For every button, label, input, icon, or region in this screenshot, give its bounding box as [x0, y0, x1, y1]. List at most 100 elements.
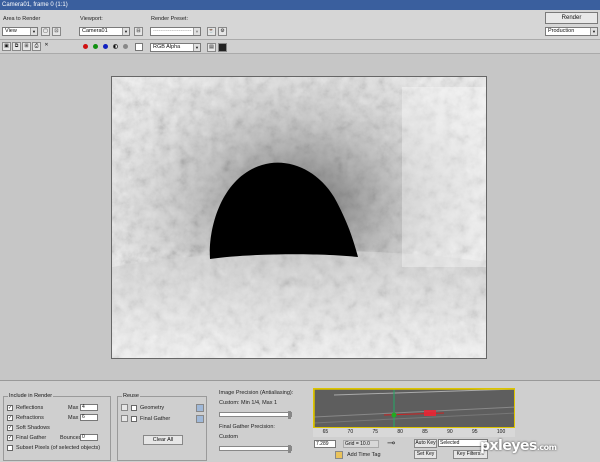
set-key-button[interactable]: Set Key — [414, 450, 437, 459]
geometry-cache-icon-button[interactable] — [196, 404, 204, 412]
image-precision-label: Image Precision (Antialiasing): — [219, 390, 294, 396]
final-gather-checkbox[interactable]: ✓ — [7, 435, 13, 441]
viewport-dropdown[interactable]: Camera01 ▼ — [79, 27, 130, 36]
include-in-render-title: Include in Render — [8, 393, 54, 399]
timeline-ruler[interactable]: 65 70 75 80 85 90 95 100 — [313, 428, 515, 437]
max-reflections-input[interactable]: 4 — [80, 404, 98, 411]
key-icon: ⊸ — [387, 438, 396, 449]
copy-icon: ⧉ — [14, 43, 19, 49]
area-to-render-label: Area to Render — [3, 16, 41, 22]
timeline-tick: 90 — [447, 429, 453, 435]
auto-key-button[interactable]: Auto Key — [414, 439, 437, 448]
viewport-label: Viewport: — [80, 16, 103, 22]
chevron-down-icon: ▼ — [590, 28, 597, 35]
image-precision-slider[interactable] — [219, 411, 292, 419]
final-gather-cache-icon-button[interactable] — [196, 415, 204, 423]
frame-buffer-viewport — [0, 54, 600, 380]
print-image-button[interactable]: ⎙ — [32, 42, 41, 51]
refractions-checkbox[interactable]: ✓ — [7, 415, 13, 421]
save-image-button[interactable]: ▣ — [2, 42, 11, 51]
reuse-group: Reuse Geometry Final Gather Clear All — [117, 393, 207, 461]
final-gather-label: Final Gather — [16, 435, 47, 441]
final-gather-precision-value: Custom — [219, 434, 238, 440]
final-gather-precision-slider[interactable] — [219, 445, 292, 453]
color-swatch[interactable] — [135, 43, 143, 51]
slider-knob[interactable] — [288, 411, 291, 419]
chevron-down-icon: ▼ — [193, 28, 200, 35]
viewport-thumbnail — [313, 388, 515, 428]
chevron-down-icon: ▼ — [30, 28, 37, 35]
render-preset-value: --------------------- — [153, 28, 192, 34]
auto-region-button[interactable]: ⊡ — [52, 27, 61, 36]
render-mode-dropdown[interactable]: Production ▼ — [545, 27, 598, 36]
render-setup-button[interactable]: ☕ — [207, 27, 216, 36]
lock-viewport-button[interactable]: ⊟ — [134, 27, 143, 36]
grid-readout: Grid = 10.0 — [343, 440, 379, 448]
render-settings-toolbar: Area to Render View ▼ ▢ ⊡ Viewport: Came… — [0, 10, 600, 40]
max-reflections-label: Max — [68, 405, 79, 411]
mono-toggle[interactable] — [123, 44, 128, 49]
add-time-tag-label[interactable]: Add Time Tag — [347, 452, 381, 458]
reflections-label: Reflections — [16, 405, 44, 411]
subset-pixels-label: Subset Pixels (of selected objects) — [16, 445, 101, 451]
region-icon: ▢ — [43, 28, 48, 34]
toggle-ui-overlay-button[interactable]: ▤ — [207, 43, 216, 52]
max-refractions-label: Max — [68, 415, 79, 421]
image-precision-value: Custom: Min 1/4, Max 1 — [219, 400, 278, 406]
soft-shadows-label: Soft Shadows — [16, 425, 50, 431]
lock-icon: ⊟ — [136, 28, 141, 34]
alpha-channel-toggle[interactable] — [113, 44, 118, 49]
final-gather-lock-button[interactable] — [121, 415, 128, 422]
frame-buffer-toolbar: ▣ ⧉ ⊞ ⎙ ✕ RGB Alpha ▼ ▤ — [0, 40, 600, 54]
watermark-brand: pxleyes — [480, 438, 537, 454]
chevron-down-icon: ▼ — [193, 44, 200, 51]
render-preset-dropdown[interactable]: --------------------- ▼ — [150, 27, 201, 36]
clear-button[interactable]: ✕ — [42, 42, 51, 51]
reuse-final-gather-label: Final Gather — [140, 416, 171, 422]
edit-region-button[interactable]: ▢ — [41, 27, 50, 36]
gear-icon: ⚙ — [220, 28, 225, 34]
site-watermark: pxleyes.com — [480, 438, 557, 454]
reuse-title: Reuse — [122, 393, 140, 399]
teapot-icon: ☕ — [208, 28, 215, 34]
toggle-ui-button[interactable] — [218, 43, 227, 52]
environment-button[interactable]: ⚙ — [218, 27, 227, 36]
max-refractions-input[interactable]: 6 — [80, 414, 98, 421]
save-icon: ▣ — [4, 43, 9, 49]
green-channel-toggle[interactable] — [93, 44, 98, 49]
clone-window-button[interactable]: ⊞ — [22, 42, 31, 51]
geometry-lock-button[interactable] — [121, 404, 128, 411]
render-preset-label: Render Preset: — [151, 16, 188, 22]
channel-display-dropdown[interactable]: RGB Alpha ▼ — [150, 43, 201, 52]
refractions-label: Refractions — [16, 415, 44, 421]
coordinate-field[interactable]: 7.289 — [314, 440, 336, 448]
clone-icon: ⊞ — [24, 43, 29, 49]
slider-knob[interactable] — [288, 445, 291, 453]
print-icon: ⎙ — [34, 43, 39, 49]
clear-all-button[interactable]: Clear All — [143, 435, 183, 445]
soft-shadows-checkbox[interactable]: ✓ — [7, 425, 13, 431]
bounces-input[interactable]: 0 — [80, 434, 98, 441]
subset-pixels-checkbox[interactable] — [7, 445, 13, 451]
status-bar: 7.289 Grid = 10.0 ⊸ Add Time Tag Auto Ke… — [313, 438, 600, 462]
copy-image-button[interactable]: ⧉ — [12, 42, 21, 51]
crop-icon: ⊡ — [54, 28, 59, 34]
render-mode-value: Production — [548, 28, 575, 34]
timeline-tick: 80 — [397, 429, 403, 435]
render-button[interactable]: Render — [545, 12, 598, 24]
timeline-tick: 95 — [472, 429, 478, 435]
reuse-geometry-checkbox[interactable] — [131, 405, 137, 411]
area-to-render-dropdown[interactable]: View ▼ — [2, 27, 38, 36]
timeline-tick: 85 — [422, 429, 428, 435]
red-channel-toggle[interactable] — [83, 44, 88, 49]
bounces-label: Bounces — [60, 435, 82, 441]
cave-render-image — [112, 77, 486, 358]
reuse-final-gather-checkbox[interactable] — [131, 416, 137, 422]
channel-display-value: RGB Alpha — [153, 44, 181, 50]
reuse-geometry-label: Geometry — [140, 405, 165, 411]
time-tag-button[interactable] — [335, 451, 343, 459]
close-icon: ✕ — [44, 42, 49, 48]
reflections-checkbox[interactable]: ✓ — [7, 405, 13, 411]
final-gather-precision-label: Final Gather Precision: — [219, 424, 275, 430]
blue-channel-toggle[interactable] — [103, 44, 108, 49]
